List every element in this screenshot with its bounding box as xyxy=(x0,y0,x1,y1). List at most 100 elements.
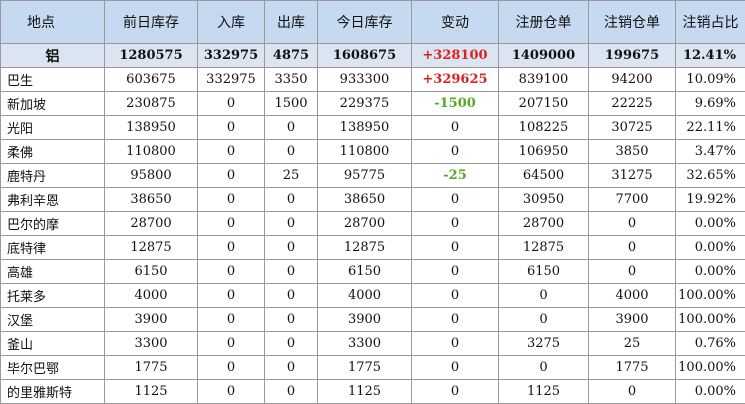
cell-place: 巴尔的摩 xyxy=(0,211,105,236)
cell-cancelled-ratio: 9.69% xyxy=(675,91,745,116)
header-change: 变动 xyxy=(411,0,499,44)
cell-cancelled-warrants: 3900 xyxy=(588,307,676,332)
cell-place: 弗利辛恩 xyxy=(0,187,105,212)
cell-change: -1500 xyxy=(411,91,499,116)
cell-cancelled-warrants: 0 xyxy=(588,259,676,284)
table-row: 釜山 3300 0 0 3300 0 3275 25 0.76% xyxy=(0,331,745,356)
cell-inbound: 0 xyxy=(197,259,265,284)
cell-registered-warrants: 207150 xyxy=(498,91,589,116)
cell-cancelled-warrants: 1775 xyxy=(588,355,676,380)
cell-today-stock: 12875 xyxy=(317,235,412,260)
header-outbound: 出库 xyxy=(264,0,318,44)
cell-prev-stock: 38650 xyxy=(104,187,198,212)
cell-inbound: 0 xyxy=(197,235,265,260)
cell-outbound: 0 xyxy=(264,355,318,380)
cell-cancelled-warrants: 0 xyxy=(588,211,676,236)
cell-change: 0 xyxy=(411,187,499,212)
cell-prev-stock: 28700 xyxy=(104,211,198,236)
cell-change: 0 xyxy=(411,259,499,284)
cell-place: 高雄 xyxy=(0,259,105,284)
cell-change: 0 xyxy=(411,355,499,380)
cell-registered-warrants: 3275 xyxy=(498,331,589,356)
cell-outbound: 0 xyxy=(264,211,318,236)
cell-prev-stock: 95800 xyxy=(104,163,198,188)
cell-cancelled-ratio: 0.00% xyxy=(675,235,745,260)
cell-registered-warrants: 64500 xyxy=(498,163,589,188)
cell-outbound: 3350 xyxy=(264,67,318,92)
cell-inbound: 0 xyxy=(197,307,265,332)
cell-cancelled-ratio: 0.00% xyxy=(675,211,745,236)
cell-cancelled-ratio: 22.11% xyxy=(675,115,745,140)
cell-place: 巴生 xyxy=(0,67,105,92)
summary-change: +328100 xyxy=(411,43,499,68)
header-cancelled-ratio: 注销占比 xyxy=(675,0,745,44)
summary-today-stock: 1608675 xyxy=(317,43,412,68)
cell-cancelled-ratio: 0.00% xyxy=(675,259,745,284)
cell-prev-stock: 12875 xyxy=(104,235,198,260)
cell-prev-stock: 6150 xyxy=(104,259,198,284)
cell-cancelled-ratio: 32.65% xyxy=(675,163,745,188)
cell-registered-warrants: 0 xyxy=(498,283,589,308)
cell-outbound: 0 xyxy=(264,139,318,164)
cell-cancelled-ratio: 3.47% xyxy=(675,139,745,164)
cell-prev-stock: 138950 xyxy=(104,115,198,140)
cell-outbound: 0 xyxy=(264,187,318,212)
table-row: 巴生 603675 332975 3350 933300 +329625 839100 942… xyxy=(0,67,745,92)
cell-inbound: 0 xyxy=(197,331,265,356)
cell-cancelled-warrants: 22225 xyxy=(588,91,676,116)
table-row: 新加坡 230875 0 1500 229375 -1500 207150 22225 9.69… xyxy=(0,91,745,116)
cell-cancelled-warrants: 7700 xyxy=(588,187,676,212)
summary-registered-warrants: 1409000 xyxy=(498,43,589,68)
cell-today-stock: 3300 xyxy=(317,331,412,356)
cell-outbound: 0 xyxy=(264,331,318,356)
cell-registered-warrants: 0 xyxy=(498,307,589,332)
cell-cancelled-warrants: 31275 xyxy=(588,163,676,188)
table-row: 高雄 6150 0 0 6150 0 6150 0 0.00% xyxy=(0,259,745,284)
inventory-table: 地点 前日库存 入库 出库 今日库存 变动 注册仓单 注销仓单 注销占比 铝 1… xyxy=(0,0,745,404)
cell-registered-warrants: 30950 xyxy=(498,187,589,212)
header-registered-warrants: 注册仓单 xyxy=(498,0,589,44)
cell-today-stock: 933300 xyxy=(317,67,412,92)
cell-cancelled-warrants: 94200 xyxy=(588,67,676,92)
cell-inbound: 0 xyxy=(197,91,265,116)
summary-cancelled-warrants: 199675 xyxy=(588,43,676,68)
summary-cancelled-ratio: 12.41% xyxy=(675,43,745,68)
cell-cancelled-ratio: 100.00% xyxy=(675,307,745,332)
cell-today-stock: 6150 xyxy=(317,259,412,284)
cell-change: -25 xyxy=(411,163,499,188)
cell-prev-stock: 4000 xyxy=(104,283,198,308)
header-inbound: 入库 xyxy=(197,0,265,44)
cell-place: 汉堡 xyxy=(0,307,105,332)
cell-cancelled-ratio: 100.00% xyxy=(675,355,745,380)
cell-place: 光阳 xyxy=(0,115,105,140)
cell-registered-warrants: 0 xyxy=(498,355,589,380)
cell-today-stock: 1775 xyxy=(317,355,412,380)
cell-inbound: 0 xyxy=(197,211,265,236)
cell-place: 底特律 xyxy=(0,235,105,260)
cell-outbound: 1500 xyxy=(264,91,318,116)
cell-inbound: 0 xyxy=(197,187,265,212)
table-row: 汉堡 3900 0 0 3900 0 0 3900 100.00% xyxy=(0,307,745,332)
summary-place: 铝 xyxy=(0,43,105,68)
cell-cancelled-warrants: 0 xyxy=(588,235,676,260)
summary-inbound: 332975 xyxy=(197,43,265,68)
cell-outbound: 0 xyxy=(264,115,318,140)
cell-prev-stock: 230875 xyxy=(104,91,198,116)
cell-change: 0 xyxy=(411,211,499,236)
cell-prev-stock: 1125 xyxy=(104,379,198,404)
cell-registered-warrants: 28700 xyxy=(498,211,589,236)
header-row: 地点 前日库存 入库 出库 今日库存 变动 注册仓单 注销仓单 注销占比 xyxy=(0,0,745,44)
table-row: 光阳 138950 0 0 138950 0 108225 30725 22.11% xyxy=(0,115,745,140)
cell-inbound: 0 xyxy=(197,139,265,164)
cell-today-stock: 110800 xyxy=(317,139,412,164)
summary-row: 铝 1280575 332975 4875 1608675 +328100 14… xyxy=(0,43,745,68)
table-row: 巴尔的摩 28700 0 0 28700 0 28700 0 0.00% xyxy=(0,211,745,236)
cell-registered-warrants: 1125 xyxy=(498,379,589,404)
cell-prev-stock: 110800 xyxy=(104,139,198,164)
table-row: 的里雅斯特 1125 0 0 1125 0 1125 0 0.00% xyxy=(0,379,745,404)
cell-change: +329625 xyxy=(411,67,499,92)
header-place: 地点 xyxy=(0,0,105,44)
cell-cancelled-ratio: 100.00% xyxy=(675,283,745,308)
cell-cancelled-warrants: 0 xyxy=(588,379,676,404)
cell-inbound: 0 xyxy=(197,115,265,140)
